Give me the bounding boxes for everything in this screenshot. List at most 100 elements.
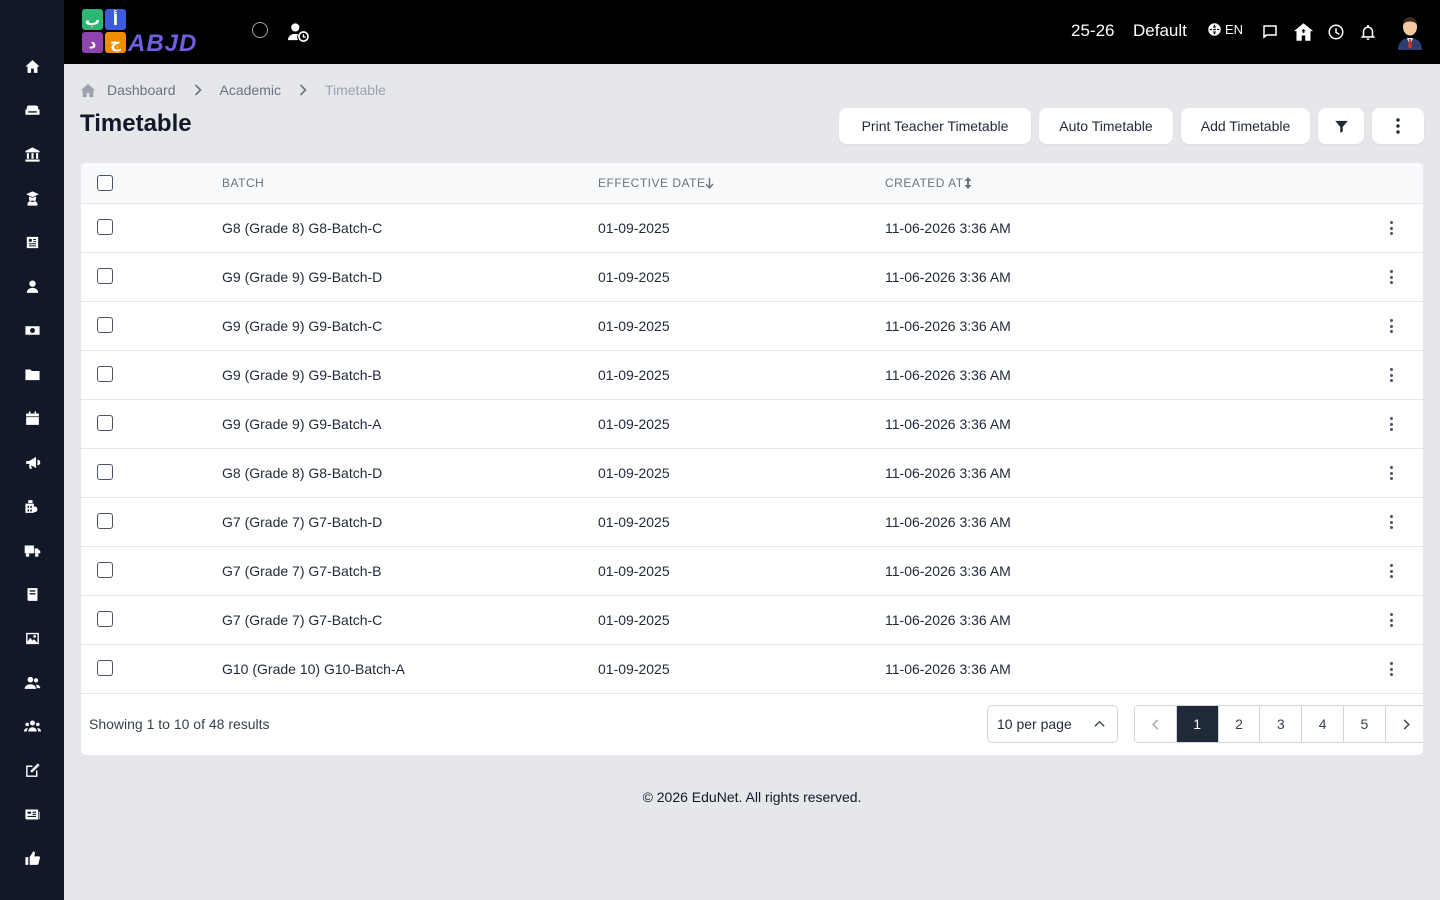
auto-timetable-button[interactable]: Auto Timetable: [1039, 108, 1173, 144]
page-button-2[interactable]: 2: [1218, 706, 1261, 742]
sidebar-item-campus[interactable]: [16, 490, 48, 522]
cell-effective-date: 01-09-2025: [598, 514, 670, 530]
sidebar-item-folder[interactable]: [16, 358, 48, 390]
sidebar-item-gallery[interactable]: [16, 622, 48, 654]
sidebar-item-institution[interactable]: [16, 138, 48, 170]
cell-effective-date: 01-09-2025: [598, 318, 670, 334]
row-actions-button[interactable]: [1381, 659, 1401, 679]
sidebar-item-feedback[interactable]: [16, 842, 48, 874]
user-clock-button[interactable]: [286, 21, 310, 43]
sidebar-item-announcements[interactable]: [16, 446, 48, 478]
sidebar-item-newspaper[interactable]: [16, 226, 48, 258]
more-vertical-icon: [1389, 270, 1393, 273]
column-created-at[interactable]: CREATED AT: [885, 176, 972, 190]
row-checkbox[interactable]: [97, 268, 113, 284]
logo-tile: د: [82, 32, 103, 53]
sidebar-item-calendar[interactable]: [16, 402, 48, 434]
page-button-1[interactable]: 1: [1176, 706, 1219, 742]
table-row[interactable]: G10 (Grade 10) G10-Batch-A 01-09-2025 11-0…: [81, 645, 1423, 694]
sidebar-item-edit[interactable]: [16, 754, 48, 786]
row-actions-button[interactable]: [1381, 512, 1401, 532]
sidebar-item-library[interactable]: [16, 578, 48, 610]
row-checkbox[interactable]: [97, 366, 113, 382]
chevron-up-icon: [1094, 720, 1105, 727]
add-timetable-button[interactable]: Add Timetable: [1181, 108, 1310, 144]
breadcrumb-academic[interactable]: Academic: [220, 82, 281, 98]
row-checkbox[interactable]: [97, 317, 113, 333]
cell-created-at: 11-06-2026 3:36 AM: [885, 514, 1011, 530]
chat-icon: [1263, 25, 1277, 39]
status-circle-icon[interactable]: [250, 20, 270, 40]
table-row[interactable]: G9 (Grade 9) G9-Batch-B 01-09-2025 11-06-2…: [81, 351, 1423, 400]
row-checkbox[interactable]: [97, 611, 113, 627]
sidebar-item-users[interactable]: [16, 666, 48, 698]
breadcrumb: Dashboard Academic Timetable: [80, 80, 386, 100]
sidebar-item-money[interactable]: [16, 314, 48, 346]
page-button-4[interactable]: 4: [1302, 706, 1344, 742]
print-teacher-timetable-button[interactable]: Print Teacher Timetable: [839, 108, 1031, 144]
table-row[interactable]: G8 (Grade 8) G8-Batch-C 01-09-2025 11-06-2…: [81, 204, 1423, 253]
filter-button[interactable]: [1318, 108, 1364, 144]
home-icon[interactable]: [80, 83, 96, 98]
row-checkbox[interactable]: [97, 660, 113, 676]
sidebar-item-sofa[interactable]: [16, 94, 48, 126]
row-checkbox[interactable]: [97, 562, 113, 578]
row-actions-button[interactable]: [1381, 218, 1401, 238]
row-actions-button[interactable]: [1381, 414, 1401, 434]
next-page-button[interactable]: [1385, 706, 1423, 742]
sidebar-item-user[interactable]: [16, 270, 48, 302]
clock-icon: [1328, 24, 1344, 40]
row-actions-button[interactable]: [1381, 463, 1401, 483]
messages-button[interactable]: [1260, 22, 1280, 42]
table-row[interactable]: G7 (Grade 7) G7-Batch-D 01-09-2025 11-06-2…: [81, 498, 1423, 547]
more-options-button[interactable]: [1372, 108, 1424, 144]
sidebar-item-groups[interactable]: [16, 710, 48, 742]
breadcrumb-dashboard[interactable]: Dashboard: [107, 82, 176, 98]
row-checkbox[interactable]: [97, 415, 113, 431]
sidebar-item-transport[interactable]: [16, 534, 48, 566]
prev-page-button[interactable]: [1135, 706, 1177, 742]
table-row[interactable]: G7 (Grade 7) G7-Batch-B 01-09-2025 11-06-2…: [81, 547, 1423, 596]
truck-icon: [24, 545, 40, 557]
per-page-select[interactable]: 10 per page: [987, 705, 1118, 743]
cell-effective-date: 01-09-2025: [598, 465, 670, 481]
row-checkbox[interactable]: [97, 219, 113, 235]
column-effective-date[interactable]: EFFECTIVE DATE: [598, 176, 714, 190]
row-checkbox[interactable]: [97, 464, 113, 480]
per-page-value: 10 per page: [997, 716, 1072, 732]
cell-batch: G7 (Grade 7) G7-Batch-C: [222, 612, 383, 628]
row-actions-button[interactable]: [1381, 561, 1401, 581]
column-batch[interactable]: BATCH: [222, 176, 264, 190]
language-selector[interactable]: EN: [1207, 22, 1243, 37]
row-actions-button[interactable]: [1381, 267, 1401, 287]
table-row[interactable]: G7 (Grade 7) G7-Batch-C 01-09-2025 11-06-2…: [81, 596, 1423, 645]
sidebar-item-teacher[interactable]: [16, 182, 48, 214]
calendar-icon: [25, 410, 39, 425]
history-button[interactable]: [1326, 22, 1346, 42]
row-actions-button[interactable]: [1381, 365, 1401, 385]
cell-created-at: 11-06-2026 3:36 AM: [885, 269, 1011, 285]
table-row[interactable]: G8 (Grade 8) G8-Batch-D 01-09-2025 11-06-2…: [81, 449, 1423, 498]
user-clock-icon: [288, 23, 309, 42]
page-button-5[interactable]: 5: [1343, 706, 1386, 742]
table-row[interactable]: G9 (Grade 9) G9-Batch-D 01-09-2025 11-06-2…: [81, 253, 1423, 302]
app-logo[interactable]: ب أ د ج ABJD: [80, 8, 225, 57]
user-icon: [26, 279, 38, 293]
row-actions-button[interactable]: [1381, 316, 1401, 336]
row-actions-button[interactable]: [1381, 610, 1401, 630]
cell-effective-date: 01-09-2025: [598, 661, 670, 677]
home-icon: [24, 59, 40, 73]
logo-tile: ب: [82, 9, 103, 30]
session-selector[interactable]: 25-26: [1071, 21, 1114, 41]
select-all-checkbox[interactable]: [97, 175, 113, 191]
page-button-3[interactable]: 3: [1260, 706, 1303, 742]
notifications-button[interactable]: [1358, 22, 1378, 42]
team-selector[interactable]: Default: [1133, 21, 1187, 41]
table-row[interactable]: G9 (Grade 9) G9-Batch-A 01-09-2025 11-06-2…: [81, 400, 1423, 449]
user-avatar[interactable]: [1394, 14, 1426, 50]
sidebar-item-home[interactable]: [16, 50, 48, 82]
edit-icon: [25, 762, 40, 777]
school-home-button[interactable]: [1292, 21, 1314, 43]
table-row[interactable]: G9 (Grade 9) G9-Batch-C 01-09-2025 11-06-2…: [81, 302, 1423, 351]
row-checkbox[interactable]: [97, 513, 113, 529]
